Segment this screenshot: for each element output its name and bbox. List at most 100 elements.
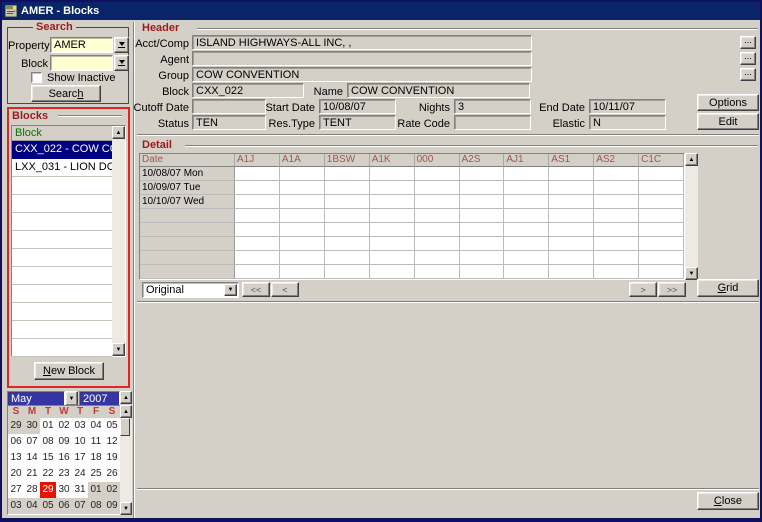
calendar-day[interactable]: 30 <box>56 482 72 498</box>
list-item[interactable] <box>12 321 112 339</box>
calendar-day[interactable]: 29 <box>8 418 24 434</box>
value-cell[interactable] <box>415 223 460 237</box>
value-cell[interactable] <box>594 181 639 195</box>
value-cell[interactable] <box>594 195 639 209</box>
calendar-day[interactable]: 13 <box>8 450 24 466</box>
value-cell[interactable] <box>549 251 594 265</box>
options-button[interactable]: Options <box>697 94 759 111</box>
calendar-day[interactable]: 11 <box>88 434 104 450</box>
close-button[interactable]: Close <box>697 492 759 510</box>
calendar-day[interactable]: 23 <box>56 466 72 482</box>
calendar-day[interactable]: 17 <box>72 450 88 466</box>
calendar-day[interactable]: 15 <box>40 450 56 466</box>
value-cell[interactable] <box>370 181 415 195</box>
end-date-field[interactable]: 10/11/07 <box>589 99 666 114</box>
value-cell[interactable] <box>460 167 505 181</box>
calendar-day[interactable]: 28 <box>24 482 40 498</box>
calendar-day[interactable]: 02 <box>104 482 120 498</box>
calendar-scroll-down-button[interactable]: ▼ <box>120 502 132 515</box>
value-cell[interactable] <box>415 237 460 251</box>
value-cell[interactable] <box>235 181 280 195</box>
value-cell[interactable] <box>639 209 684 223</box>
scrollbar-thumb[interactable] <box>120 418 130 436</box>
value-cell[interactable] <box>370 237 415 251</box>
calendar-day[interactable]: 29 <box>40 482 56 498</box>
value-cell[interactable] <box>594 265 639 279</box>
value-cell[interactable] <box>460 223 505 237</box>
calendar-scroll-up-button[interactable]: ▲ <box>120 405 132 418</box>
value-cell[interactable] <box>325 223 370 237</box>
calendar-day[interactable]: 08 <box>88 498 104 514</box>
value-cell[interactable] <box>549 181 594 195</box>
value-cell[interactable] <box>549 237 594 251</box>
calendar-day[interactable]: 02 <box>56 418 72 434</box>
value-cell[interactable] <box>280 265 325 279</box>
calendar-day[interactable]: 20 <box>8 466 24 482</box>
scroll-up-button[interactable]: ▲ <box>112 126 125 139</box>
calendar-day[interactable]: 10 <box>72 434 88 450</box>
calendar-day[interactable]: 24 <box>72 466 88 482</box>
value-cell[interactable] <box>415 265 460 279</box>
calendar-day[interactable]: 31 <box>72 482 88 498</box>
list-item[interactable] <box>12 249 112 267</box>
calendar-year-field[interactable]: 2007 <box>79 391 120 406</box>
list-item[interactable]: LXX_031 - LION DO <box>12 159 112 177</box>
calendar-day[interactable]: 01 <box>88 482 104 498</box>
value-cell[interactable] <box>415 181 460 195</box>
property-lov-button[interactable] <box>114 37 129 53</box>
value-cell[interactable] <box>235 209 280 223</box>
value-cell[interactable] <box>415 167 460 181</box>
value-cell[interactable] <box>639 223 684 237</box>
value-cell[interactable] <box>639 265 684 279</box>
value-cell[interactable] <box>370 251 415 265</box>
value-cell[interactable] <box>639 167 684 181</box>
list-item[interactable] <box>12 177 112 195</box>
block-code-field[interactable]: CXX_022 <box>192 83 304 98</box>
show-inactive-checkbox[interactable] <box>31 72 42 83</box>
value-cell[interactable] <box>235 251 280 265</box>
calendar-scrollbar-track[interactable] <box>120 418 132 502</box>
search-button[interactable]: Search <box>31 85 101 102</box>
value-cell[interactable] <box>415 195 460 209</box>
value-cell[interactable] <box>594 209 639 223</box>
calendar-day[interactable]: 06 <box>56 498 72 514</box>
calendar-day[interactable]: 03 <box>8 498 24 514</box>
list-item[interactable] <box>12 339 112 357</box>
value-cell[interactable] <box>594 251 639 265</box>
year-spin-up-button[interactable]: ▲ <box>120 391 132 404</box>
agent-field[interactable] <box>192 51 532 66</box>
calendar-day[interactable]: 19 <box>104 450 120 466</box>
value-cell[interactable] <box>370 265 415 279</box>
value-cell[interactable] <box>370 209 415 223</box>
elastic-field[interactable]: N <box>589 115 666 130</box>
value-cell[interactable] <box>235 237 280 251</box>
value-cell[interactable] <box>460 237 505 251</box>
calendar-day[interactable]: 25 <box>88 466 104 482</box>
value-cell[interactable] <box>325 237 370 251</box>
new-block-button[interactable]: New Block <box>34 362 104 380</box>
calendar-day[interactable]: 07 <box>24 434 40 450</box>
value-cell[interactable] <box>325 251 370 265</box>
grid-button[interactable]: Grid <box>697 279 759 297</box>
list-item[interactable]: CXX_022 - COW CONVEN <box>12 141 112 159</box>
calendar-day[interactable]: 14 <box>24 450 40 466</box>
value-cell[interactable] <box>594 237 639 251</box>
value-cell[interactable] <box>504 251 549 265</box>
calendar-day[interactable]: 27 <box>8 482 24 498</box>
list-item[interactable] <box>12 285 112 303</box>
value-cell[interactable] <box>235 167 280 181</box>
title-bar[interactable]: AMER - Blocks <box>2 2 760 20</box>
value-cell[interactable] <box>280 167 325 181</box>
calendar-month-dropdown-button[interactable]: ▼ <box>65 391 78 406</box>
calendar-day[interactable]: 04 <box>88 418 104 434</box>
calendar-day[interactable]: 22 <box>40 466 56 482</box>
value-cell[interactable] <box>460 251 505 265</box>
value-cell[interactable] <box>504 209 549 223</box>
view-select[interactable]: Original ▼ <box>142 282 239 298</box>
acct-comp-field[interactable]: ISLAND HIGHWAYS-ALL INC, , <box>192 35 532 50</box>
list-item[interactable] <box>12 303 112 321</box>
value-cell[interactable] <box>504 181 549 195</box>
calendar-day[interactable]: 05 <box>104 418 120 434</box>
scroll-down-button[interactable]: ▼ <box>112 343 125 356</box>
value-cell[interactable] <box>280 195 325 209</box>
